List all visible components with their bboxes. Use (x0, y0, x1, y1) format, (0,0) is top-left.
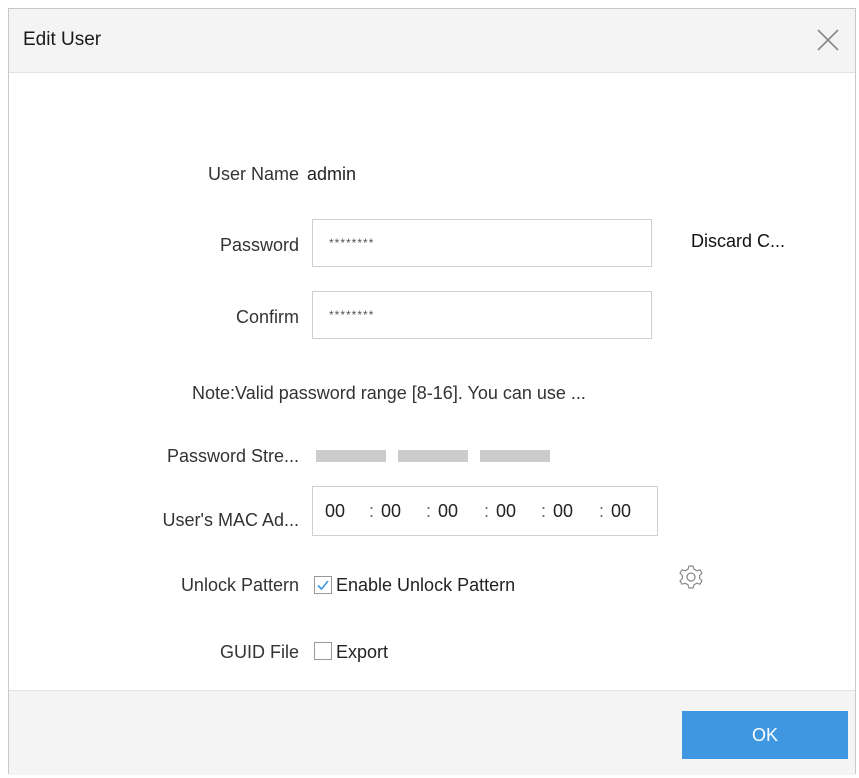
enable-unlock-pattern-checkbox[interactable] (314, 576, 332, 594)
export-guid-label: Export (336, 642, 389, 662)
username-value: admin (307, 164, 357, 184)
password-note: Note:Valid password range [8-16]. You ca… (192, 383, 586, 403)
gear-icon[interactable] (677, 563, 705, 591)
unlock-pattern-label: Unlock Pattern (180, 575, 299, 595)
mac-separator: : (599, 501, 605, 521)
password-label: Password (219, 235, 299, 255)
mac-segment-2[interactable]: 00 (381, 501, 409, 522)
confirm-password-input[interactable] (312, 291, 652, 339)
mac-address-label: User's MAC Ad... (162, 510, 299, 530)
ok-button[interactable]: OK (682, 711, 848, 759)
mac-segment-4[interactable]: 00 (496, 501, 524, 522)
checkmark-icon (317, 580, 329, 591)
mac-separator: : (484, 501, 490, 521)
mac-segment-5[interactable]: 00 (553, 501, 581, 522)
export-guid-checkbox[interactable] (314, 642, 332, 660)
mac-address-input[interactable]: 00 : 00 : 00 : 00 : 00 : 00 (312, 486, 658, 536)
dialog-title: Edit User (23, 29, 102, 50)
dialog-footer: OK (9, 690, 855, 775)
password-input[interactable] (312, 219, 652, 267)
mac-separator: : (369, 501, 375, 521)
mac-separator: : (541, 501, 547, 521)
strength-bar-weak (316, 450, 386, 462)
discard-changes-button[interactable]: Discard C... (691, 231, 785, 252)
guid-file-label: GUID File (219, 642, 299, 662)
dialog-header: Edit User (9, 9, 855, 73)
enable-unlock-pattern-label: Enable Unlock Pattern (336, 575, 516, 595)
username-label: User Name (207, 164, 299, 184)
mac-separator: : (426, 501, 432, 521)
close-icon[interactable] (813, 25, 843, 55)
mac-segment-3[interactable]: 00 (438, 501, 466, 522)
strength-bar-medium (398, 450, 468, 462)
strength-bar-strong (480, 450, 550, 462)
confirm-label: Confirm (235, 307, 299, 327)
edit-user-dialog: Edit User User Name admin Password Disca… (8, 8, 856, 775)
mac-segment-1[interactable]: 00 (325, 501, 353, 522)
password-strength-label: Password Stre... (166, 446, 299, 466)
mac-segment-6[interactable]: 00 (611, 501, 639, 522)
